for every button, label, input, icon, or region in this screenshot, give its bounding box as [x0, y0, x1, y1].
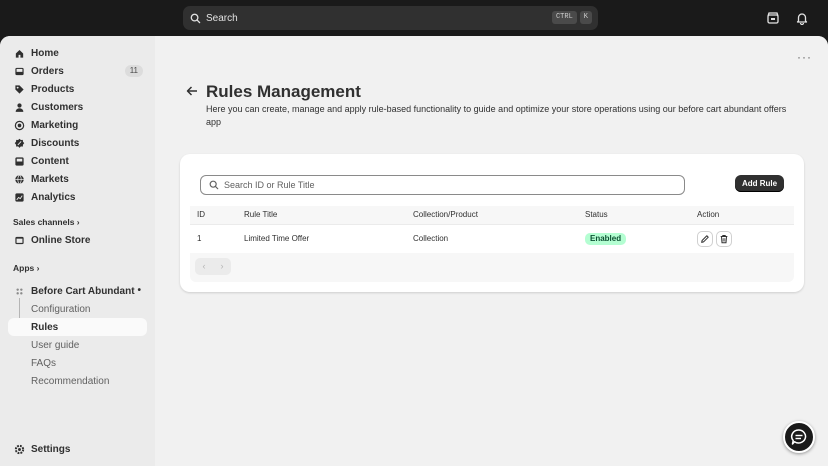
sidebar-sub-recommendation[interactable]: Recommendation: [8, 372, 147, 390]
admin-frame: Home Orders 11 Products Customers Market…: [0, 36, 828, 466]
rules-card: Add Rule ID Rule Title Collection/Produc…: [180, 154, 804, 292]
discount-icon: [14, 138, 25, 149]
bell-icon[interactable]: [795, 11, 809, 25]
sidebar-item-analytics[interactable]: Analytics: [8, 188, 147, 206]
content-icon: [14, 156, 25, 167]
sidebar-item-label: Home: [31, 47, 59, 59]
sidebar-item-content[interactable]: Content: [8, 152, 147, 170]
sidebar-item-label: Customers: [31, 101, 84, 113]
table-row: 1 Limited Time Offer Collection Enabled: [190, 224, 794, 253]
sidebar-item-settings[interactable]: Settings: [8, 440, 147, 458]
next-page-icon[interactable]: ›: [213, 258, 231, 275]
rule-type: Collection: [413, 234, 449, 243]
main-content: ··· Rules Management Here you can create…: [155, 36, 828, 466]
pagination-bar: ‹ ›: [190, 253, 794, 282]
search-icon: [209, 180, 219, 190]
sidebar-item-label: Orders: [31, 65, 64, 77]
sidebar-item-label: Analytics: [31, 191, 76, 203]
target-icon: [14, 120, 25, 131]
sidebar-item-label: Content: [31, 155, 69, 167]
col-status: Status: [585, 210, 608, 219]
gear-icon: [14, 444, 25, 455]
sidebar-item-marketing[interactable]: Marketing: [8, 116, 147, 134]
top-bar: Search CTRL K: [0, 0, 828, 36]
page-subtitle: Here you can create, manage and apply ru…: [206, 104, 787, 127]
sidebar-sub-label: Recommendation: [31, 375, 110, 387]
search-icon: [190, 13, 201, 23]
home-icon: [14, 48, 25, 59]
sales-channels-label: Sales channels: [13, 217, 75, 227]
person-icon: [14, 102, 25, 113]
rule-title: Limited Time Offer: [244, 234, 310, 243]
sidebar-item-label: Products: [31, 83, 75, 95]
sidebar-sub-configuration[interactable]: Configuration: [8, 300, 147, 318]
global-search-placeholder: Search: [206, 12, 238, 24]
inbox-icon: [14, 66, 25, 77]
tag-icon: [14, 84, 25, 95]
chevron-right-icon: ›: [36, 263, 40, 273]
page-title: Rules Management: [206, 82, 361, 101]
rule-search-input[interactable]: [224, 180, 664, 190]
kbd-ctrl: CTRL: [551, 11, 577, 24]
more-actions-icon[interactable]: ···: [797, 50, 812, 64]
chat-support-button[interactable]: [783, 421, 815, 453]
sidebar-sub-label: User guide: [31, 339, 80, 351]
delete-rule-button[interactable]: [716, 231, 732, 247]
sidebar-sub-faqs[interactable]: FAQs: [8, 354, 147, 372]
apps-heading[interactable]: Apps ›: [13, 263, 39, 273]
sidebar-item-label: Settings: [31, 443, 71, 455]
pencil-icon: [701, 235, 709, 243]
pin-dot-icon: •: [137, 285, 141, 296]
apps-label: Apps: [13, 263, 35, 273]
sidebar-item-label: Marketing: [31, 119, 79, 131]
sales-channels-heading[interactable]: Sales channels ›: [13, 217, 80, 227]
globe-icon: [14, 174, 25, 185]
sidebar-item-markets[interactable]: Markets: [8, 170, 147, 188]
col-id: ID: [197, 210, 205, 219]
col-action: Action: [697, 210, 720, 219]
trash-icon: [720, 235, 728, 244]
sidebar-item-label: Discounts: [31, 137, 80, 149]
sidebar-item-discounts[interactable]: Discounts: [8, 134, 147, 152]
sidebar-sub-label: Rules: [31, 321, 59, 333]
sidebar-item-label: Markets: [31, 173, 69, 185]
prev-page-icon[interactable]: ‹: [195, 258, 213, 275]
global-search[interactable]: Search CTRL K: [183, 6, 598, 30]
col-rule-title: Rule Title: [244, 210, 278, 219]
back-arrow-icon[interactable]: [185, 84, 199, 98]
chat-icon: [790, 429, 807, 445]
col-collection-product: Collection/Product: [413, 210, 478, 219]
kbd-k: K: [579, 11, 592, 24]
rule-search-field[interactable]: [200, 175, 685, 195]
sidebar: Home Orders 11 Products Customers Market…: [0, 36, 155, 466]
chart-icon: [14, 192, 25, 203]
rule-id: 1: [197, 234, 202, 243]
chevron-right-icon: ›: [76, 217, 80, 227]
sidebar-sub-user-guide[interactable]: User guide: [8, 336, 147, 354]
sidebar-item-label: Online Store: [31, 234, 91, 246]
table-header: ID Rule Title Collection/Product Status …: [190, 206, 794, 224]
add-rule-button[interactable]: Add Rule: [735, 175, 784, 192]
status-badge: Enabled: [585, 233, 627, 245]
sidebar-sub-label: FAQs: [31, 357, 57, 369]
sidebar-item-products[interactable]: Products: [8, 80, 147, 98]
sidebar-sub-rules[interactable]: Rules: [8, 318, 147, 336]
sidebar-item-online-store[interactable]: Online Store: [8, 231, 147, 249]
sidebar-sub-label: Configuration: [31, 303, 91, 315]
orders-count-badge: 11: [124, 65, 143, 77]
app-icon: [14, 286, 25, 297]
sidebar-item-customers[interactable]: Customers: [8, 98, 147, 116]
sidebar-item-label: Before Cart Abundant: [31, 285, 135, 297]
sidebar-item-orders[interactable]: Orders 11: [8, 62, 147, 80]
online-store-icon: [14, 235, 25, 246]
pagination: ‹ ›: [195, 258, 231, 275]
edit-rule-button[interactable]: [697, 231, 713, 247]
store-icon[interactable]: [766, 11, 780, 25]
sidebar-item-app[interactable]: Before Cart Abundant •: [8, 282, 147, 300]
sidebar-item-home[interactable]: Home: [8, 44, 147, 62]
